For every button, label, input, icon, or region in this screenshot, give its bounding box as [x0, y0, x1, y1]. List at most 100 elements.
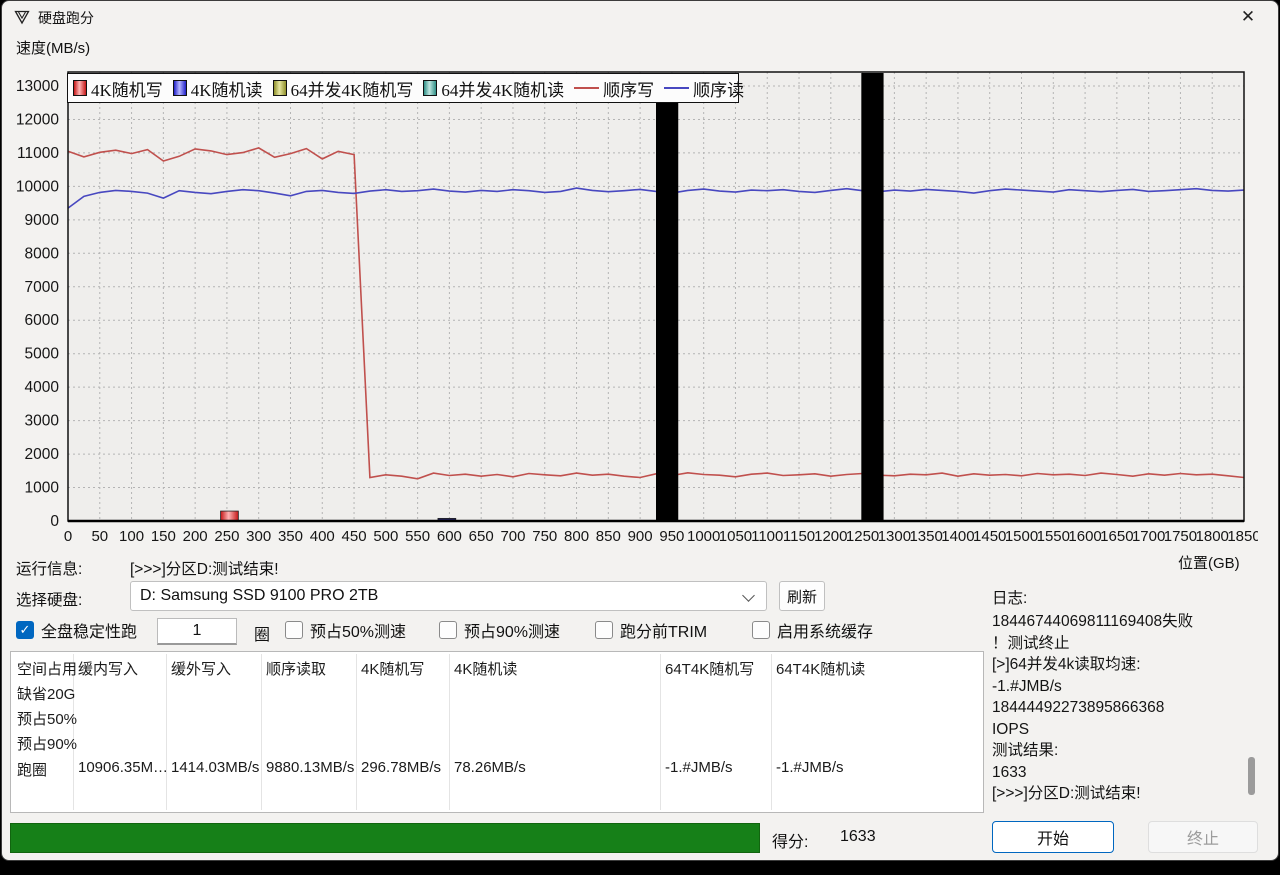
table-row-name: 跑圈	[17, 762, 48, 779]
x-tick-label: 1600	[1068, 528, 1101, 545]
y-tick-label: 13000	[16, 78, 59, 95]
x-tick-label: 1650	[1100, 528, 1133, 545]
legend-label: 4K随机写	[91, 80, 163, 100]
legend-label: 64并发4K随机写	[290, 80, 414, 100]
x-tick-label: 700	[500, 528, 525, 545]
x-tick-label: 1450	[973, 528, 1006, 545]
x-tick-label: 100	[119, 528, 144, 545]
x-tick-label: 350	[278, 528, 303, 545]
window-title: 硬盘跑分	[38, 10, 94, 26]
table-header: 缓外写入	[171, 661, 232, 678]
legend-item: 64并发4K随机写	[272, 76, 414, 101]
x-tick-label: 1350	[909, 528, 942, 545]
log-scrollbar-thumb[interactable]	[1248, 757, 1255, 795]
checkbox-label: 预占50%测速	[310, 624, 407, 641]
options-row: ✓ 全盘稳定性跑 圈 预占50%测速 预占90%测速 跑分前TRIM 启用系统缓存	[2, 618, 986, 648]
x-tick-label: 450	[342, 528, 367, 545]
progress-bar-fill	[11, 824, 759, 852]
log-line: 1633	[992, 763, 1027, 781]
table-cell: 296.78MB/s	[361, 759, 442, 776]
legend-label: 64并发4K随机读	[441, 80, 565, 100]
x-tick-label: 0	[64, 528, 72, 545]
legend-swatch-icon	[272, 80, 287, 96]
table-header: 64T4K随机读	[776, 661, 866, 678]
checkbox-unchecked-icon[interactable]	[285, 621, 303, 639]
x-tick-label: 950	[659, 528, 684, 545]
y-tick-label: 4000	[25, 379, 60, 396]
log-line: ！测试终止	[992, 634, 1070, 652]
checkbox-unchecked-icon[interactable]	[752, 621, 770, 639]
table-header: 顺序读取	[266, 661, 327, 678]
y-tick-label: 5000	[25, 346, 60, 363]
x-tick-label: 1800	[1196, 528, 1229, 545]
chart-x-axis-title: 位置(GB)	[1178, 555, 1240, 572]
x-tick-label: 900	[628, 528, 653, 545]
score-label: 得分:	[772, 834, 809, 851]
x-tick-label: 1000	[687, 528, 720, 545]
option-checkbox[interactable]: 启用系统缓存	[752, 618, 873, 642]
app-icon	[14, 9, 30, 25]
checkbox-label: 跑分前TRIM	[620, 624, 708, 641]
stop-button[interactable]: 终止	[1148, 821, 1258, 853]
y-tick-label: 8000	[25, 245, 60, 262]
table-header: 4K随机写	[361, 661, 425, 678]
chart-overflow-bar	[861, 73, 884, 521]
option-checkbox[interactable]: 预占90%测速	[439, 618, 560, 642]
loop-count-input[interactable]	[157, 618, 237, 645]
log-line: [>>>]分区D:测试结束!	[992, 785, 1141, 802]
table-row-name: 预占50%	[17, 711, 78, 728]
table-header: 缓内写入	[78, 661, 139, 678]
y-tick-label: 6000	[25, 312, 60, 329]
legend-label: 顺序读	[693, 80, 745, 100]
x-tick-label: 1550	[1037, 528, 1070, 545]
chart-canvas: 0100020003000400050006000700080009000100…	[16, 71, 1258, 545]
x-tick-label: 300	[246, 528, 271, 545]
legend-item: 64并发4K随机读	[423, 76, 564, 101]
checkbox-checked-icon[interactable]: ✓	[16, 621, 34, 639]
log-scrollbar[interactable]	[1248, 611, 1255, 813]
table-header: 空间占用	[17, 661, 78, 678]
stability-run-checkbox[interactable]: ✓ 全盘稳定性跑	[16, 618, 137, 642]
x-tick-label: 1200	[814, 528, 847, 545]
close-icon[interactable]: ✕	[1232, 4, 1264, 30]
table-cell: 10906.35M…	[78, 759, 169, 776]
chart-y-axis-title: 速度(MB/s)	[16, 40, 91, 57]
table-cell: -1.#JMB/s	[776, 759, 844, 776]
app-window: 硬盘跑分 ✕ 速度(MB/s) 0 1000 2000 3000 4000 5000 600…	[1, 0, 1279, 861]
checkbox-unchecked-icon[interactable]	[595, 621, 613, 639]
start-button[interactable]: 开始	[992, 821, 1114, 853]
disk-select-label: 选择硬盘:	[16, 592, 83, 609]
x-tick-label: 1750	[1164, 528, 1197, 545]
legend-label: 顺序写	[603, 80, 655, 100]
log-line: 18446744069811169408失败	[992, 613, 1194, 630]
chevron-down-icon	[742, 589, 755, 602]
legend-item: 顺序写	[574, 76, 654, 101]
checkbox-label: 全盘稳定性跑	[41, 624, 138, 641]
log-line: -1.#JMB/s	[992, 677, 1062, 695]
refresh-button[interactable]: 刷新	[779, 581, 825, 611]
option-checkbox[interactable]: 预占50%测速	[285, 618, 406, 642]
y-tick-label: 3000	[25, 413, 60, 430]
legend-swatch-icon	[172, 80, 187, 96]
table-column-separator	[356, 654, 357, 810]
checkbox-unchecked-icon[interactable]	[439, 621, 457, 639]
disk-select[interactable]: D: Samsung SSD 9100 PRO 2TB	[130, 581, 767, 611]
log-line: IOPS	[992, 720, 1030, 738]
y-tick-label: 7000	[25, 279, 60, 296]
table-column-separator	[166, 654, 167, 810]
x-tick-label: 800	[564, 528, 589, 545]
option-checkbox[interactable]: 跑分前TRIM	[595, 618, 707, 642]
legend-line-icon	[664, 87, 690, 89]
legend-label: 4K随机读	[190, 80, 263, 100]
y-tick-label: 12000	[16, 111, 59, 128]
x-tick-label: 150	[151, 528, 176, 545]
run-info-label: 运行信息:	[16, 561, 83, 578]
results-table: 空间占用 缓内写入 缓外写入 顺序读取 4K随机写 4K随机读 64T4K随机写 64T4K随…	[10, 651, 984, 813]
legend-item: 4K随机读	[172, 76, 263, 101]
table-cell: 1414.03MB/s	[171, 759, 260, 776]
x-tick-label: 600	[437, 528, 462, 545]
x-tick-label: 400	[310, 528, 335, 545]
table-cell: -1.#JMB/s	[665, 759, 733, 776]
y-tick-label: 10000	[16, 178, 59, 195]
table-row-name: 缺省20G	[17, 686, 76, 703]
